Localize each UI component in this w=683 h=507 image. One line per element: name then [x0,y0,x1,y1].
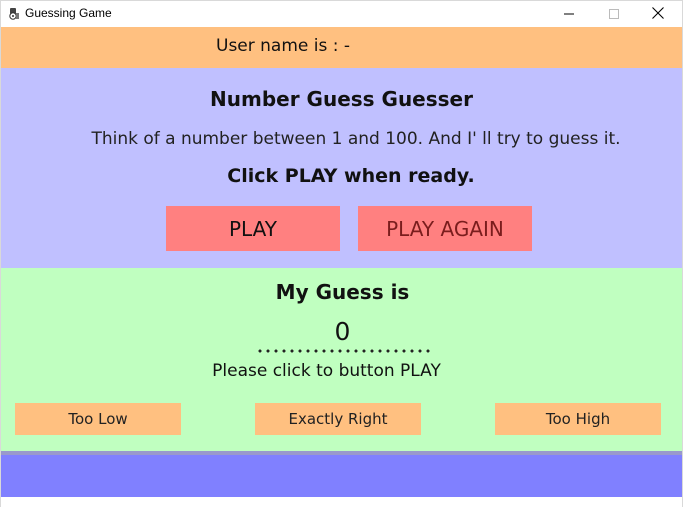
title-bar[interactable]: Guessing Game [1,1,682,26]
app-window: Guessing Game User name is : - Number Gu… [0,0,683,507]
guess-heading: My Guess is [275,280,410,304]
guess-value: 0 [334,317,351,346]
maximize-button[interactable] [591,1,637,26]
maximize-icon [609,4,619,23]
window-title: Guessing Game [25,6,112,20]
too-low-button[interactable]: Too Low [15,403,181,435]
instructions-text: Think of a number between 1 and 100. And… [91,129,621,149]
minimize-icon [564,4,574,23]
play-button[interactable]: PLAY [166,206,340,251]
user-bar: User name is : - [1,27,682,68]
game-icon [7,6,20,20]
close-icon [652,4,664,23]
intro-panel: Number Guess Guesser Think of a number b… [1,68,682,268]
game-title: Number Guess Guesser [210,87,473,111]
close-button[interactable] [635,1,681,26]
footer-bar [1,455,682,497]
too-high-button[interactable]: Too High [495,403,661,435]
play-again-button[interactable]: PLAY AGAIN [358,206,532,251]
dotted-underline [256,348,432,354]
guess-panel: My Guess is 0 Please click to button PLA… [1,268,682,451]
window-bottom-edge [1,497,682,507]
exactly-right-button[interactable]: Exactly Right [255,403,421,435]
minimize-button[interactable] [546,1,592,26]
guess-hint: Please click to button PLAY [212,361,441,381]
user-name-label: User name is : - [216,36,351,56]
play-prompt: Click PLAY when ready. [227,165,475,187]
